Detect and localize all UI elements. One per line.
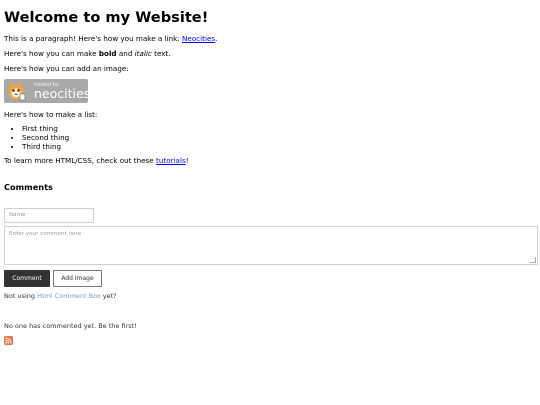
page-title: Welcome to my Website!: [4, 9, 209, 26]
resize-handle-icon[interactable]: [530, 257, 536, 264]
not-using-notice: Not using Html Comment Box yet?: [4, 292, 536, 301]
comment-box: Name Enter your comment here Comment Add …: [4, 208, 538, 346]
formatting-before: Here's how you can make: [4, 49, 99, 58]
example-list: First thing Second thing Third thing: [4, 124, 536, 152]
hosted-by-neocities-badge[interactable]: hosted by neocities: [4, 79, 88, 103]
comment-box-link[interactable]: Html Comment Box: [37, 292, 101, 300]
neocities-link[interactable]: Neocities: [182, 34, 215, 43]
list-item: Second thing: [22, 133, 536, 143]
neocities-cat-icon: [8, 82, 26, 101]
comment-button[interactable]: Comment: [4, 270, 50, 288]
empty-comments-message: No one has commented yet. Be the first!: [4, 322, 137, 331]
formatting-paragraph: Here's how you can make bold and italic …: [4, 49, 536, 59]
comments-heading: Comments: [4, 182, 53, 193]
image-paragraph: Here's how you can add an image:: [4, 64, 129, 73]
rss-glyph-icon: [5, 337, 12, 344]
page-content: Welcome to my Website! This is a paragra…: [0, 0, 540, 346]
bold-text: bold: [98, 49, 117, 58]
not-using-after: yet?: [100, 292, 117, 301]
intro-paragraph: This is a paragraph! Here's how you make…: [4, 34, 536, 44]
tutorials-link[interactable]: tutorials: [156, 156, 186, 165]
badge-big-text: neocities: [34, 86, 88, 101]
italic-text: italic: [134, 49, 152, 58]
list-item: Third thing: [22, 142, 536, 152]
comment-button-row: Comment Add Image: [4, 270, 536, 288]
tutorials-before: To learn more HTML/CSS, check out these: [4, 156, 157, 166]
intro-text: This is a paragraph! Here's how you make…: [4, 34, 183, 43]
rss-feed-icon[interactable]: [4, 336, 13, 346]
formatting-after: text.: [151, 49, 171, 58]
comment-textarea[interactable]: Enter your comment here: [4, 226, 538, 266]
comment-placeholder: Enter your comment here: [9, 231, 82, 238]
add-image-button[interactable]: Add Image: [53, 270, 102, 288]
formatting-mid: and: [116, 49, 135, 58]
tutorials-after: !: [185, 156, 189, 166]
name-input[interactable]: Name: [4, 208, 94, 224]
not-using-before: Not using: [4, 292, 38, 301]
tutorials-paragraph: To learn more HTML/CSS, check out these …: [4, 156, 536, 166]
list-item: First thing: [22, 124, 536, 134]
list-paragraph: Here's how to make a list:: [4, 110, 98, 119]
intro-end: .: [215, 34, 218, 43]
